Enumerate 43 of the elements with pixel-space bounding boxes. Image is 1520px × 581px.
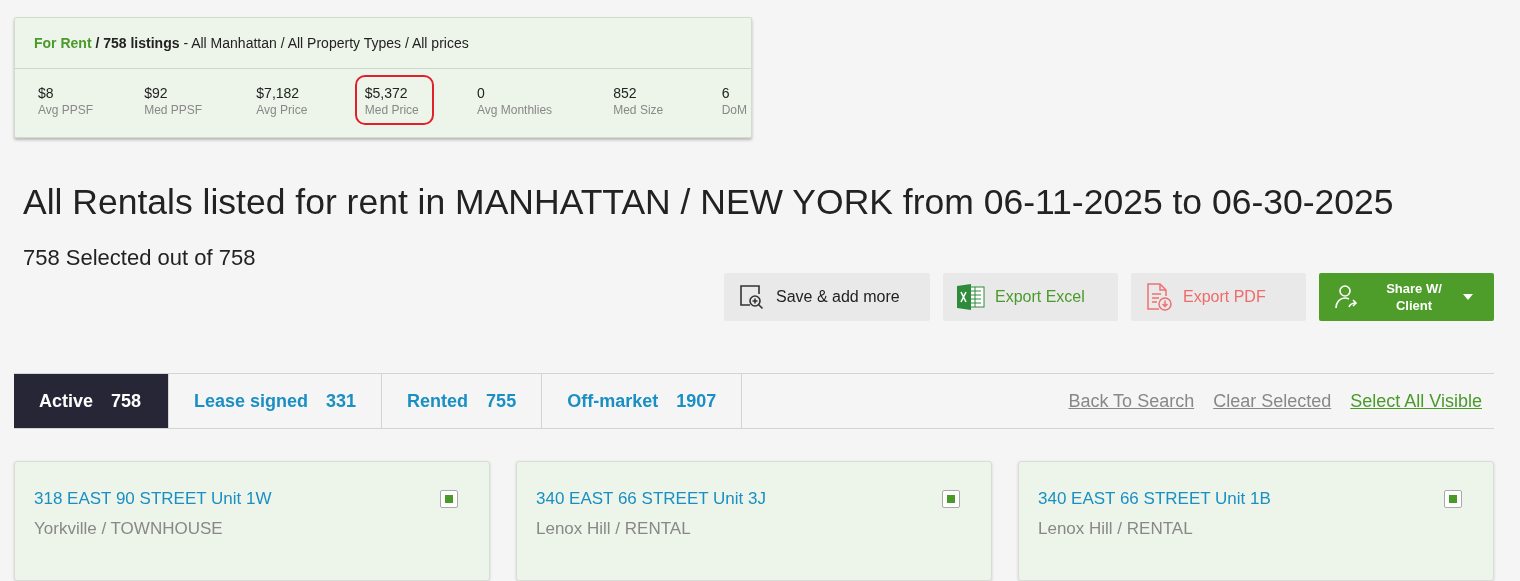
- stat-label: Avg PPSF: [38, 103, 94, 117]
- listing-count: / 758 listings: [95, 35, 180, 51]
- selection-count: 758 Selected out of 758: [23, 245, 257, 271]
- page-title: All Rentals listed for rent in MANHATTAN / NEW YORK from 06-11-2025 to 06-30-2025: [23, 182, 1395, 223]
- listing-address-link[interactable]: 340 EAST 66 STREET Unit 1B: [1038, 489, 1271, 509]
- caret-icon: [1463, 294, 1473, 300]
- share-button[interactable]: Share W/ Client: [1319, 273, 1494, 321]
- stat-value: 6: [721, 85, 731, 101]
- action-link[interactable]: Back To Search: [1068, 390, 1195, 412]
- search-icon: [738, 283, 766, 311]
- save-button[interactable]: Save & add more: [724, 273, 930, 321]
- stat-label: Med Size: [613, 103, 665, 117]
- listing-area: Lenox Hill / RENTAL: [536, 519, 972, 539]
- listing-address-link[interactable]: 318 EAST 90 STREET Unit 1W: [34, 489, 272, 509]
- stat-value: 0: [476, 85, 486, 101]
- stat-label: Avg Price: [256, 103, 309, 117]
- status-tab[interactable]: Off-market 1907: [542, 374, 743, 428]
- stat-value: $5,372: [364, 85, 409, 101]
- stat-value: $8: [38, 85, 55, 101]
- stat-value: $92: [144, 85, 169, 101]
- excel-button[interactable]: Export Excel: [943, 273, 1118, 321]
- listing-area: Lenox Hill / RENTAL: [1038, 519, 1474, 539]
- category-text: For Rent: [34, 35, 92, 51]
- select-checkbox[interactable]: [1444, 490, 1462, 508]
- action-link[interactable]: Select All Visible: [1350, 390, 1482, 412]
- status-tab[interactable]: Active 758: [14, 374, 169, 428]
- filter-text: - All Manhattan / All Property Types / All prices: [183, 35, 469, 51]
- status-tab[interactable]: Lease signed 331: [169, 374, 383, 428]
- pdf-button[interactable]: Export PDF: [1131, 273, 1306, 321]
- stat-label: Med Price: [364, 103, 420, 117]
- stat-label: DoM: [721, 103, 747, 117]
- spreadsheet-icon: [957, 284, 985, 310]
- action-link[interactable]: Clear Selected: [1213, 390, 1332, 412]
- select-checkbox[interactable]: [440, 490, 458, 508]
- stat-label: Avg Monthlies: [476, 103, 554, 117]
- status-tab[interactable]: Rented 755: [382, 374, 543, 428]
- file-download-icon: [1145, 282, 1173, 312]
- stat-value: 852: [613, 85, 638, 101]
- listing-area: Yorkville / TOWNHOUSE: [34, 519, 470, 539]
- listing-address-link[interactable]: 340 EAST 66 STREET Unit 3J: [536, 489, 766, 509]
- select-checkbox[interactable]: [942, 490, 960, 508]
- stat-label: Med PPSF: [144, 103, 204, 117]
- stat-value: $7,182: [256, 85, 301, 101]
